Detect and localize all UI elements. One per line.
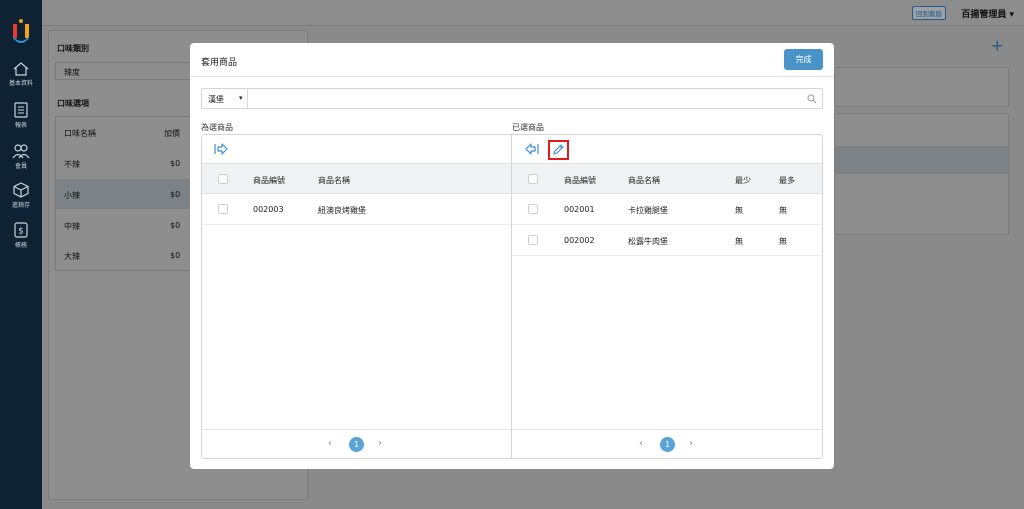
move-left-icon[interactable] bbox=[525, 143, 539, 155]
category-select-value: 漢堡 bbox=[208, 95, 224, 104]
modal-header: 套用商品 完成 bbox=[190, 43, 834, 77]
col-name-header: 商品名稱 bbox=[318, 176, 350, 185]
page-number[interactable]: 1 bbox=[349, 437, 364, 452]
table-row[interactable]: 002001 卡拉雞腿堡 無 無 bbox=[512, 194, 822, 225]
nav-members[interactable]: 會員 bbox=[0, 143, 42, 170]
product-code: 002001 bbox=[564, 205, 595, 214]
option-name[interactable]: 小辣 bbox=[64, 190, 80, 201]
prev-page-icon[interactable]: ‹ bbox=[639, 438, 643, 449]
min-quantity: 無 bbox=[735, 237, 743, 246]
options-title: 口味選項 bbox=[57, 99, 89, 108]
selected-products-label: 已選商品 bbox=[512, 123, 544, 132]
col-name-header: 口味名稱 bbox=[64, 129, 96, 138]
report-icon bbox=[14, 102, 28, 118]
move-right-icon[interactable] bbox=[214, 143, 228, 155]
chevron-down-icon: ▾ bbox=[239, 94, 243, 102]
row-highlight bbox=[835, 146, 1008, 174]
select-all-checkbox[interactable] bbox=[528, 174, 538, 184]
home-icon bbox=[13, 62, 29, 76]
right-toolbar bbox=[512, 135, 822, 164]
col-name-header: 商品名稱 bbox=[628, 176, 660, 185]
option-price: $0 bbox=[170, 221, 181, 230]
left-toolbar bbox=[202, 135, 511, 164]
left-pagination: ‹ 1 › bbox=[202, 429, 511, 458]
background-card bbox=[834, 67, 1009, 107]
topbar: 回到舊版 百揚管理員 ▾ bbox=[42, 0, 1024, 26]
next-page-icon[interactable]: › bbox=[689, 438, 693, 449]
nav-basic-info[interactable]: 基本資料 bbox=[0, 62, 42, 87]
admin-menu[interactable]: 百揚管理員 ▾ bbox=[961, 7, 1014, 20]
selected-products-list: 商品編號 商品名稱 最少 最多 002001 卡拉雞腿堡 無 無 002002 … bbox=[511, 134, 823, 459]
option-name[interactable]: 中辣 bbox=[64, 221, 80, 232]
min-quantity: 無 bbox=[735, 206, 743, 215]
product-name: 紐澳良烤雞堡 bbox=[318, 206, 366, 215]
col-min-header: 最少 bbox=[735, 176, 751, 185]
done-button[interactable]: 完成 bbox=[784, 49, 823, 70]
back-to-old-version-button[interactable]: 回到舊版 bbox=[912, 6, 946, 20]
search-icon[interactable] bbox=[807, 94, 817, 104]
category-value: 辣度 bbox=[64, 68, 80, 77]
row-checkbox[interactable] bbox=[218, 204, 228, 214]
category-select[interactable]: 漢堡 ▾ bbox=[202, 89, 248, 108]
col-code-header: 商品編號 bbox=[253, 176, 285, 185]
edit-pencil-icon[interactable] bbox=[552, 143, 565, 156]
row-checkbox[interactable] bbox=[528, 204, 538, 214]
prev-page-icon[interactable]: ‹ bbox=[328, 438, 332, 449]
brand-logo[interactable] bbox=[11, 18, 31, 44]
nav-label: 會員 bbox=[14, 163, 27, 170]
inventory-icon bbox=[13, 182, 29, 198]
search-bar: 漢堡 ▾ bbox=[201, 88, 823, 109]
unselected-products-list: 商品編號 商品名稱 002003 紐澳良烤雞堡 ‹ 1 › bbox=[201, 134, 512, 459]
background-card bbox=[834, 113, 1009, 235]
option-price: $0 bbox=[170, 190, 181, 199]
nav-billing[interactable]: $ 帳務 bbox=[0, 222, 42, 249]
modal-title: 套用商品 bbox=[201, 58, 238, 68]
table-header: 商品編號 商品名稱 bbox=[202, 164, 511, 194]
col-code-header: 商品編號 bbox=[564, 176, 596, 185]
page-number[interactable]: 1 bbox=[660, 437, 675, 452]
product-code: 002003 bbox=[253, 205, 284, 214]
table-row[interactable]: 002003 紐澳良烤雞堡 bbox=[202, 194, 511, 225]
product-name: 松露牛肉堡 bbox=[628, 237, 668, 246]
nav-label: 帳務 bbox=[14, 242, 27, 249]
option-price: $0 bbox=[170, 251, 181, 260]
add-icon[interactable]: + bbox=[991, 36, 1004, 55]
max-quantity: 無 bbox=[779, 237, 787, 246]
product-code: 002002 bbox=[564, 236, 595, 245]
billing-icon: $ bbox=[14, 222, 28, 238]
select-all-checkbox[interactable] bbox=[218, 174, 228, 184]
nav-report[interactable]: 報表 bbox=[0, 102, 42, 129]
right-pagination: ‹ 1 › bbox=[512, 429, 822, 458]
product-name: 卡拉雞腿堡 bbox=[628, 206, 668, 215]
col-price-header: 加價 bbox=[164, 129, 180, 138]
option-price: $0 bbox=[170, 159, 181, 168]
svg-text:$: $ bbox=[18, 227, 24, 237]
row-checkbox[interactable] bbox=[528, 235, 538, 245]
members-icon bbox=[12, 144, 30, 159]
search-input[interactable] bbox=[250, 90, 800, 107]
sidebar: 基本資料 報表 會員 進銷存 $ 帳務 bbox=[0, 0, 42, 509]
col-max-header: 最多 bbox=[779, 176, 795, 185]
nav-inventory[interactable]: 進銷存 bbox=[0, 182, 42, 209]
nav-label: 進銷存 bbox=[11, 202, 30, 209]
option-name[interactable]: 大辣 bbox=[64, 251, 80, 262]
nav-label: 基本資料 bbox=[8, 80, 33, 87]
apply-products-modal: 套用商品 完成 漢堡 ▾ 為選商品 已選商品 商品編號 商品名稱 002003 … bbox=[190, 43, 834, 469]
nav-label: 報表 bbox=[14, 122, 27, 129]
table-row[interactable]: 002002 松露牛肉堡 無 無 bbox=[512, 225, 822, 256]
unselected-products-label: 為選商品 bbox=[201, 123, 233, 132]
category-title: 口味類別 bbox=[57, 44, 89, 53]
max-quantity: 無 bbox=[779, 206, 787, 215]
option-name[interactable]: 不辣 bbox=[64, 159, 80, 170]
table-header: 商品編號 商品名稱 最少 最多 bbox=[512, 164, 822, 194]
next-page-icon[interactable]: › bbox=[378, 438, 382, 449]
